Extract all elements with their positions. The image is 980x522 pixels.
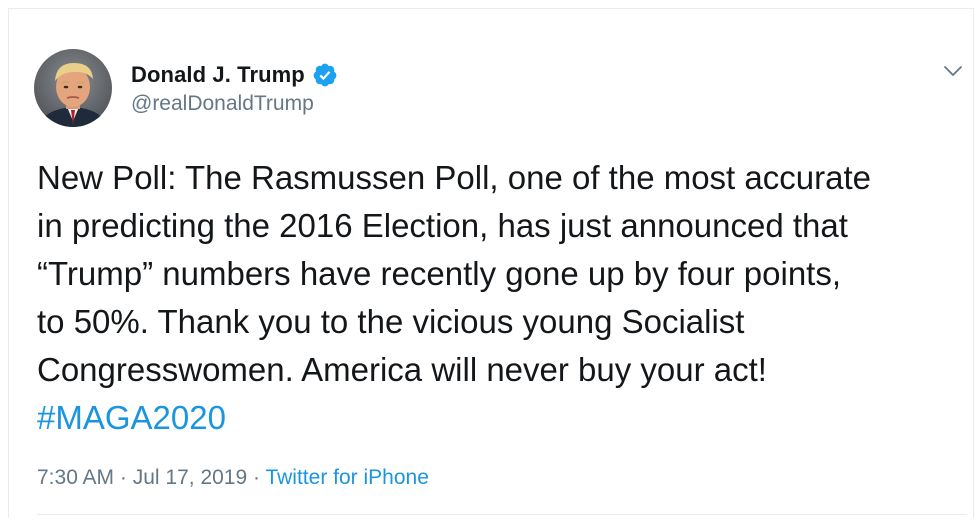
tweet-text: New Poll: The Rasmussen Poll, one of the… <box>37 154 967 442</box>
tweet-text-line: in predicting the 2016 Election, has jus… <box>37 207 848 244</box>
author-row[interactable]: Donald J. Trump <box>131 61 338 89</box>
chevron-down-icon[interactable] <box>941 59 965 83</box>
display-name[interactable]: Donald J. Trump <box>131 62 305 88</box>
tweet-text-line: “Trump” numbers have recently gone up by… <box>37 255 842 292</box>
divider <box>37 514 967 515</box>
meta-separator: · <box>114 466 133 489</box>
author-handle[interactable]: @realDonaldTrump <box>131 92 314 116</box>
tweet-text-line: Congresswomen. America will never buy yo… <box>37 351 767 388</box>
tweet-time[interactable]: 7:30 AM <box>37 466 114 489</box>
tweet-text-line: New Poll: The Rasmussen Poll, one of the… <box>37 159 871 196</box>
tweet-date[interactable]: Jul 17, 2019 <box>133 466 247 489</box>
tweet-source-link[interactable]: Twitter for iPhone <box>265 466 428 489</box>
verified-badge-icon <box>312 62 338 88</box>
avatar[interactable] <box>34 49 112 127</box>
tweet-card[interactable]: Donald J. Trump @realDonaldTrump New Pol… <box>8 8 974 518</box>
avatar-image <box>34 49 112 127</box>
tweet-metadata: 7:30 AM · Jul 17, 2019 · Twitter for iPh… <box>37 466 429 490</box>
meta-separator: · <box>247 466 266 489</box>
tweet-text-line: to 50%. Thank you to the vicious young S… <box>37 303 745 340</box>
hashtag-link[interactable]: #MAGA2020 <box>37 394 967 442</box>
